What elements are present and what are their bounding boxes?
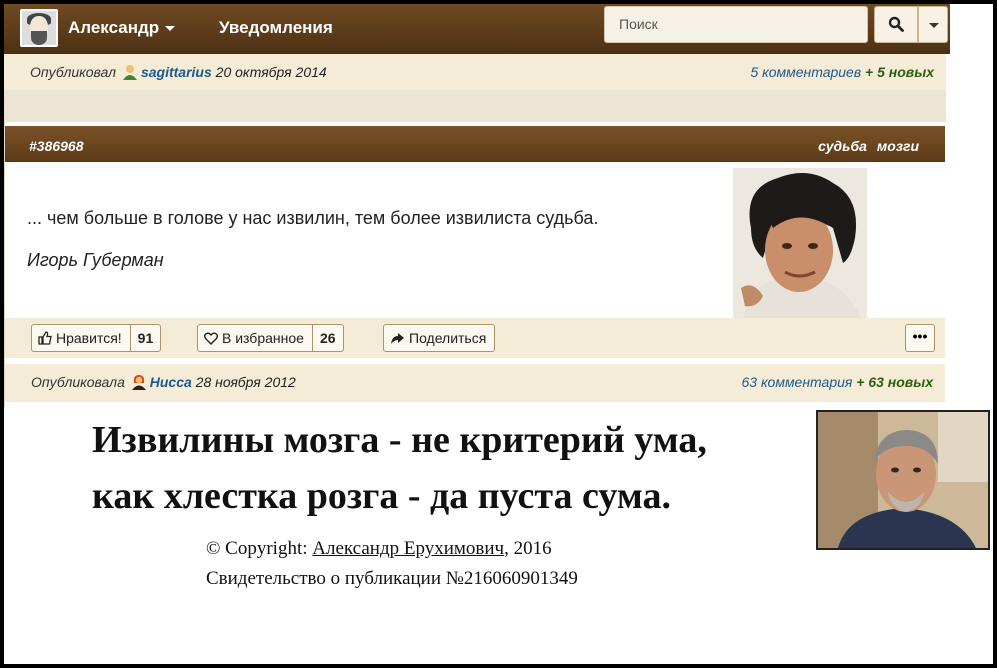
copyright-year: , 2016 [504,538,552,559]
comments-link[interactable]: 5 комментариев [750,64,861,80]
post-meta: Опубликовал sagittarius 20 октября 2014 [30,64,327,80]
quote-card: #386968 судьба мозги ... чем больше в гол… [4,122,946,407]
notifications-link[interactable]: Уведомления [219,18,333,38]
new-comments-count[interactable]: + 5 новых [865,64,934,80]
quote-card-header: #386968 судьба мозги [5,126,945,162]
post-meta: Опубликовала Нисса 28 ноября 2012 [31,374,296,390]
copyright-line: © Copyright: Александр Ерухимович, 2016 [206,538,552,560]
quote-tags: судьба мозги [808,138,919,154]
copyright-author-link[interactable]: Александр Ерухимович [312,538,504,559]
heart-icon [204,332,218,345]
user-menu[interactable]: Александр [68,18,176,38]
thumbs-up-icon [38,331,52,345]
user-male-icon [122,64,138,80]
search-icon [888,16,904,32]
comments-info[interactable]: 5 комментариев + 5 новых [750,64,934,80]
top-navbar: Александр Уведомления Поиск [4,4,950,54]
post-footer: Опубликовала Нисса 28 ноября 2012 63 ком… [5,364,945,402]
like-count: 91 [129,325,161,351]
more-options-button[interactable]: ••• [905,324,935,352]
post-separator [4,90,946,122]
user-female-icon [131,374,147,390]
user-menu-label: Александр [68,18,160,37]
tag-link[interactable]: судьба [818,138,867,154]
publication-certificate: Свидетельство о публикации №216060901349 [206,568,578,589]
share-arrow-icon [391,332,404,344]
poem-line-1: Извилины мозга - не критерий ума, [92,419,707,461]
like-label: Нравится! [56,330,122,346]
author-link[interactable]: sagittarius [141,64,212,80]
author-link[interactable]: Нисса [150,374,192,390]
search-options-button[interactable] [918,6,948,43]
favorite-count: 26 [311,325,343,351]
author-photo [733,168,867,318]
published-label: Опубликовал [30,64,117,80]
share-label: Поделиться [409,330,487,346]
post-footer: Опубликовал sagittarius 20 октября 2014 … [4,54,946,90]
quote-author[interactable]: Игорь Губерман [27,250,164,271]
quote-actions: Нравится! 91 В избранное 26 Поделиться •… [5,318,945,358]
quote-id[interactable]: #386968 [29,138,84,154]
post-date: 20 октября 2014 [215,64,327,80]
screenshot-frame: Александр Уведомления Поиск Опубликовал … [4,4,993,664]
favorite-button[interactable]: В избранное 26 [197,324,344,352]
poet-photo [816,410,990,550]
copyright-prefix: © Copyright: [206,538,313,559]
new-comments-count[interactable]: + 63 новых [856,374,933,390]
share-button[interactable]: Поделиться [383,324,496,352]
search-button[interactable] [874,6,918,43]
quote-text: ... чем больше в голове у нас извилин, т… [27,208,599,228]
tag-link[interactable]: мозги [877,138,919,154]
comments-link[interactable]: 63 комментария [741,374,852,390]
published-label: Опубликовала [31,374,125,390]
favorite-label: В избранное [222,330,304,346]
caret-down-icon [929,23,939,28]
post-date: 28 ноября 2012 [195,374,296,390]
chevron-down-icon [165,26,176,32]
comments-info[interactable]: 63 комментария + 63 новых [741,374,933,390]
search-input[interactable]: Поиск [604,6,868,43]
like-button[interactable]: Нравится! 91 [31,324,162,352]
user-avatar[interactable] [20,9,58,47]
poem-line-2: как хлестка розга - да пуста сума. [92,475,671,517]
